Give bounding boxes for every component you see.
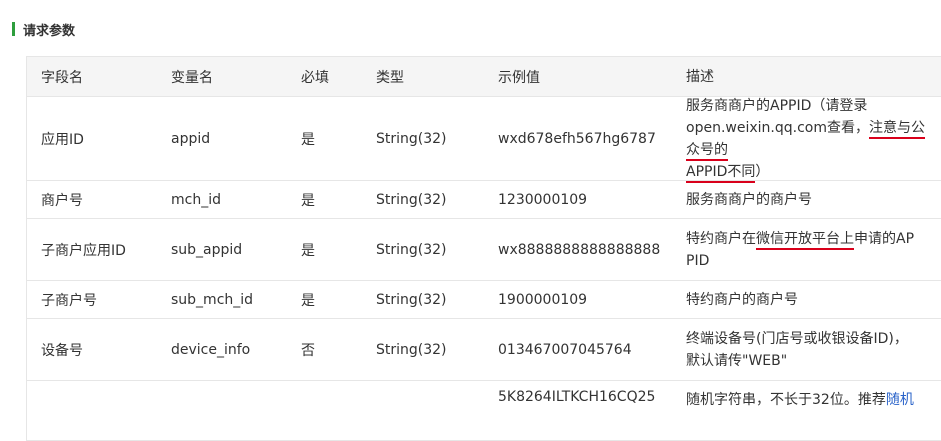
- cell-example: 013467007045764: [498, 341, 632, 358]
- desc-text: PID: [686, 252, 710, 269]
- cell-field: [27, 381, 157, 389]
- table-row: 设备号 device_info 否 String(32) 01346700704…: [27, 319, 941, 381]
- desc-highlight: 微信开放平台上: [756, 230, 854, 250]
- table-row: 商户号 mch_id 是 String(32) 1230000109 服务商商户…: [27, 181, 941, 219]
- cell-example: 1900000109: [498, 291, 588, 308]
- cell-name: sub_appid: [171, 241, 243, 258]
- cell-example: wxd678efh567hg6787: [498, 130, 656, 147]
- header-name: 变量名: [171, 69, 213, 86]
- table-row: 子商户应用ID sub_appid 是 String(32) wx8888888…: [27, 219, 941, 281]
- cell-desc: 特约商户在微信开放平台上申请的AP PID: [672, 219, 941, 280]
- cell-desc: 特约商户的商户号: [686, 291, 798, 308]
- table-row: 5K8264ILTKCH16CQ25 随机字符串，不长于32位。推荐随机: [27, 381, 941, 441]
- cell-field: 应用ID: [41, 131, 84, 148]
- cell-field: 商户号: [41, 192, 83, 209]
- cell-type: String(32): [376, 130, 447, 147]
- header-required: 必填: [301, 69, 329, 86]
- cell-desc: 服务商商户的APPID（请登录open.weixin.qq.com查看，注意与公…: [672, 97, 941, 183]
- cell-name: device_info: [171, 341, 251, 358]
- cell-desc: 服务商商户的商户号: [686, 191, 812, 208]
- cell-name: appid: [171, 130, 211, 147]
- cell-example: 5K8264ILTKCH16CQ25: [498, 389, 656, 405]
- cell-example: wx8888888888888888: [498, 241, 661, 258]
- cell-required: 是: [301, 192, 315, 209]
- cell-field: 子商户号: [41, 292, 97, 309]
- cell-example: 1230000109: [498, 191, 588, 208]
- desc-text: 默认请传"WEB": [686, 352, 788, 369]
- cell-desc: 终端设备号(门店号或收银设备ID)， 默认请传"WEB": [672, 319, 941, 380]
- desc-text: ）: [755, 163, 770, 180]
- section-title: 请求参数: [23, 23, 76, 39]
- cell-type: String(32): [376, 241, 447, 258]
- section-header: 请求参数: [12, 20, 76, 39]
- cell-name: mch_id: [171, 191, 221, 208]
- cell-required: 是: [301, 131, 315, 148]
- table-header-row: 字段名 变量名 必填 类型 示例值 描述: [27, 57, 941, 97]
- cell-required: 是: [301, 242, 315, 259]
- table-row: 子商户号 sub_mch_id 是 String(32) 1900000109 …: [27, 281, 941, 319]
- cell-required: 否: [301, 342, 315, 359]
- desc-text: eixin.qq.com查看，: [736, 119, 869, 136]
- cell-type: [362, 381, 484, 389]
- cell-name: sub_mch_id: [171, 291, 254, 308]
- table-row: 应用ID appid 是 String(32) wxd678efh567hg67…: [27, 97, 941, 183]
- header-type: 类型: [376, 69, 404, 86]
- desc-text: 随机字符串，不长于32位。推荐: [686, 392, 886, 408]
- desc-link[interactable]: 随机: [886, 392, 914, 408]
- desc-highlight: APPID不同: [686, 163, 756, 183]
- desc-text: 特约商户在: [686, 230, 756, 247]
- desc-text: 申请的AP: [854, 230, 915, 247]
- cell-required: [287, 381, 362, 389]
- cell-name: [157, 381, 287, 389]
- section-accent-bar: [12, 22, 15, 36]
- desc-text: 终端设备号(门店号或收银设备ID)，: [686, 330, 908, 347]
- cell-type: String(32): [376, 341, 447, 358]
- cell-required: 是: [301, 292, 315, 309]
- params-table: 字段名 变量名 必填 类型 示例值 描述 应用ID appid 是 String…: [26, 56, 941, 441]
- cell-field: 子商户应用ID: [41, 242, 126, 259]
- cell-desc: 随机字符串，不长于32位。推荐随机: [672, 381, 941, 411]
- header-desc: 描述: [686, 68, 714, 85]
- header-field: 字段名: [41, 69, 83, 86]
- header-example: 示例值: [498, 69, 540, 86]
- cell-type: String(32): [376, 291, 447, 308]
- cell-field: 设备号: [41, 342, 83, 359]
- cell-type: String(32): [376, 191, 447, 208]
